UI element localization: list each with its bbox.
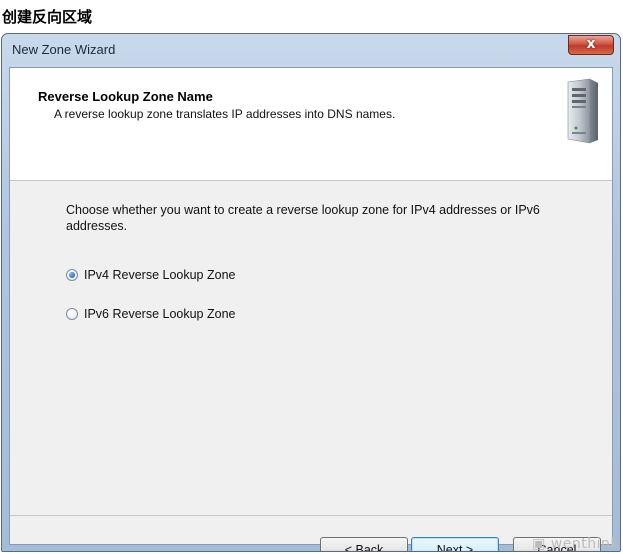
close-icon: x <box>586 36 596 52</box>
next-button[interactable]: Next > <box>411 537 499 551</box>
server-icon <box>567 78 598 144</box>
watermark-text: wenthink <box>550 536 619 552</box>
ipv6-option[interactable]: IPv6 Reverse Lookup Zone <box>66 305 235 323</box>
ipv6-option-label: IPv6 Reverse Lookup Zone <box>84 307 236 321</box>
ipv4-option[interactable]: IPv4 Reverse Lookup Zone <box>66 266 235 284</box>
wizard-window: New Zone Wizard x Reverse Lookup Zone Na… <box>1 33 621 552</box>
back-button[interactable]: < Back <box>320 537 408 551</box>
footer-divider <box>10 515 612 516</box>
close-button[interactable]: x <box>568 35 614 55</box>
ipv4-option-label: IPv4 Reverse Lookup Zone <box>84 268 236 282</box>
ipv6-radio[interactable] <box>66 308 78 320</box>
header-title: Reverse Lookup Zone Name <box>38 89 213 104</box>
wizard-page: Reverse Lookup Zone Name A reverse looku… <box>9 67 613 551</box>
window-title: New Zone Wizard <box>12 42 116 57</box>
ipv4-radio[interactable] <box>66 269 78 281</box>
title-bar[interactable]: New Zone Wizard x <box>2 34 620 67</box>
wizard-header: Reverse Lookup Zone Name A reverse looku… <box>10 68 612 181</box>
zone-type-prompt: Choose whether you want to create a reve… <box>66 203 540 233</box>
watermark: ▣ wenthink <box>532 536 619 552</box>
page-heading: 创建反向区域 <box>2 8 93 26</box>
watermark-logo-icon: ▣ <box>532 536 551 552</box>
header-subtitle: A reverse lookup zone translates IP addr… <box>54 107 396 121</box>
